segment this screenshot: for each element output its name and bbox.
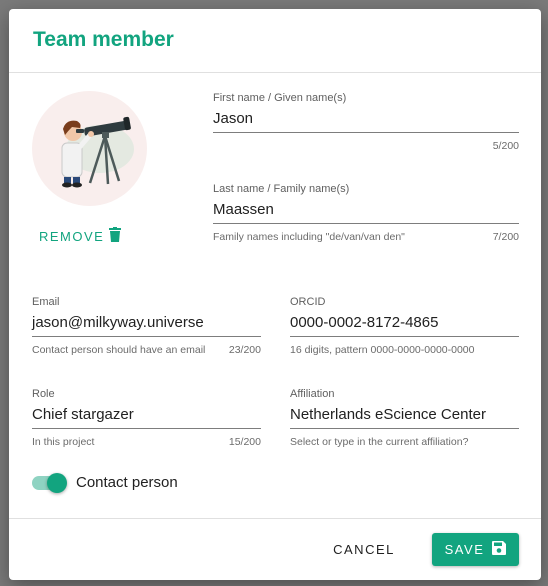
header-divider: [9, 72, 541, 73]
last-name-counter: 7/200: [492, 231, 519, 243]
last-name-helper-text: Family names including "de/van/van den": [213, 231, 405, 243]
email-input[interactable]: jason@milkyway.universe: [32, 314, 261, 337]
role-helper: In this project 15/200: [32, 436, 261, 448]
last-name-input[interactable]: Maassen: [213, 201, 519, 224]
remove-label: REMOVE: [39, 228, 105, 244]
last-name-field: Last name / Family name(s) Maassen Famil…: [213, 183, 519, 243]
floppy-disk-icon: [492, 541, 507, 558]
trash-icon: [109, 227, 122, 245]
role-field: Role Chief stargazer In this project 15/…: [32, 388, 261, 448]
affiliation-field: Affiliation Netherlands eScience Center …: [290, 388, 519, 448]
affiliation-label: Affiliation: [290, 388, 335, 400]
toggle-track[interactable]: [32, 472, 67, 493]
orcid-field: ORCID 0000-0002-8172-4865 16 digits, pat…: [290, 296, 519, 356]
role-counter: 15/200: [228, 436, 261, 448]
first-name-helper: 5/200: [213, 140, 519, 152]
orcid-input[interactable]: 0000-0002-8172-4865: [290, 314, 519, 337]
toggle-knob[interactable]: [47, 472, 67, 493]
first-name-label: First name / Given name(s): [213, 92, 347, 104]
save-label: SAVE: [444, 542, 485, 557]
email-counter: 23/200: [228, 344, 261, 356]
astronomer-illustration: [61, 116, 134, 188]
affiliation-helper-text: Select or type in the current affiliatio…: [290, 436, 469, 448]
orcid-helper: 16 digits, pattern 0000-0000-0000-0000: [290, 344, 519, 356]
contact-person-toggle[interactable]: Contact person: [32, 472, 178, 493]
role-helper-text: In this project: [32, 436, 95, 448]
role-input[interactable]: Chief stargazer: [32, 406, 261, 429]
email-label: Email: [32, 296, 60, 308]
affiliation-helper: Select or type in the current affiliatio…: [290, 436, 519, 448]
first-name-input[interactable]: Jason: [213, 110, 519, 133]
email-helper: Contact person should have an email 23/2…: [32, 344, 261, 356]
email-field: Email jason@milkyway.universe Contact pe…: [32, 296, 261, 356]
dialog-title: Team member: [33, 28, 174, 51]
last-name-helper: Family names including "de/van/van den" …: [213, 231, 519, 243]
role-label: Role: [32, 388, 55, 400]
last-name-label: Last name / Family name(s): [213, 183, 350, 195]
cancel-button[interactable]: CANCEL: [320, 535, 408, 563]
orcid-label: ORCID: [290, 296, 326, 308]
save-button[interactable]: SAVE: [432, 533, 519, 566]
email-helper-text: Contact person should have an email: [32, 344, 206, 356]
contact-person-label: Contact person: [76, 474, 178, 491]
team-member-dialog: Team member REMOVE First name / Given na…: [9, 9, 541, 580]
footer-divider: [9, 518, 541, 519]
remove-avatar-button[interactable]: REMOVE: [39, 227, 122, 245]
first-name-counter: 5/200: [492, 140, 519, 152]
orcid-helper-text: 16 digits, pattern 0000-0000-0000-0000: [290, 344, 475, 356]
affiliation-input[interactable]: Netherlands eScience Center: [290, 406, 519, 429]
first-name-field: First name / Given name(s) Jason 5/200: [213, 92, 519, 152]
avatar: [32, 91, 147, 206]
